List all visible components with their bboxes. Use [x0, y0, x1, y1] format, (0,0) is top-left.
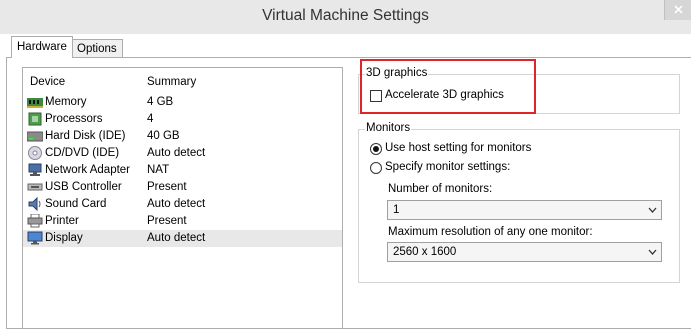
window-title: Virtual Machine Settings [262, 7, 429, 24]
tab-hardware[interactable]: Hardware [11, 36, 73, 58]
device-name: Processors [45, 113, 103, 125]
max-resolution-select[interactable]: 2560 x 1600 [387, 242, 662, 262]
device-row-hard-disk[interactable]: Hard Disk (IDE) 40 GB [23, 128, 342, 145]
memory-icon [27, 95, 43, 109]
device-name: Network Adapter [45, 164, 131, 176]
device-row-processors[interactable]: Processors 4 [23, 111, 342, 128]
device-name: Memory [45, 96, 87, 108]
device-row-cd-dvd[interactable]: CD/DVD (IDE) Auto detect [23, 145, 342, 162]
monitors-group-label: Monitors [365, 122, 412, 134]
title-bar: Virtual Machine Settings [0, 0, 691, 34]
device-name: Sound Card [45, 198, 107, 210]
device-summary: 4 [147, 113, 154, 125]
sound-card-icon [27, 196, 43, 212]
radio-dot [373, 146, 379, 152]
device-summary: 4 GB [147, 96, 174, 108]
highlight-box [360, 59, 536, 114]
device-row-usb-controller[interactable]: USB Controller Present [23, 179, 342, 196]
device-summary: Present [147, 181, 187, 193]
use-host-label[interactable]: Use host setting for monitors [385, 142, 531, 154]
device-summary: Present [147, 215, 187, 227]
processor-icon [27, 112, 43, 126]
printer-icon [27, 213, 43, 228]
max-resolution-value: 2560 x 1600 [393, 246, 457, 258]
device-name: Printer [45, 215, 79, 227]
device-row-network-adapter[interactable]: Network Adapter NAT [23, 162, 342, 179]
specify-monitor-label[interactable]: Specify monitor settings: [385, 161, 510, 173]
tab-options[interactable]: Options [71, 39, 123, 57]
monitors-group: Monitors Use host setting for monitors S… [358, 122, 680, 283]
column-header-summary[interactable]: Summary [147, 76, 196, 88]
device-row-display[interactable]: Display Auto detect [23, 230, 342, 247]
max-resolution-label: Maximum resolution of any one monitor: [388, 226, 593, 238]
use-host-radio[interactable] [370, 143, 382, 155]
device-name: Hard Disk (IDE) [45, 130, 126, 142]
device-name: Display [45, 232, 83, 244]
chevron-down-icon [648, 249, 657, 255]
close-button[interactable] [664, 0, 691, 20]
device-summary: Auto detect [147, 147, 206, 159]
device-name: USB Controller [45, 181, 122, 193]
network-adapter-icon [27, 163, 43, 177]
number-of-monitors-label: Number of monitors: [388, 183, 493, 195]
number-of-monitors-select[interactable]: 1 [387, 200, 662, 220]
specify-monitor-radio[interactable] [370, 162, 382, 174]
hard-disk-icon [26, 129, 44, 143]
close-icon [674, 5, 683, 14]
device-row-printer[interactable]: Printer Present [23, 213, 342, 230]
device-row-sound-card[interactable]: Sound Card Auto detect [23, 196, 342, 213]
column-header-device[interactable]: Device [30, 76, 65, 88]
chevron-down-icon [648, 207, 657, 213]
device-summary: Auto detect [147, 232, 206, 244]
device-row-memory[interactable]: Memory 4 GB [23, 94, 342, 111]
device-name: CD/DVD (IDE) [45, 147, 120, 159]
display-icon [27, 231, 43, 245]
cd-dvd-icon [27, 146, 43, 160]
usb-icon [27, 180, 43, 194]
device-summary: Auto detect [147, 198, 206, 210]
device-summary: 40 GB [147, 130, 180, 142]
number-of-monitors-value: 1 [393, 204, 400, 216]
device-summary: NAT [147, 164, 170, 176]
device-list[interactable]: Device Summary Memory 4 GB Processors 4 … [22, 67, 343, 329]
